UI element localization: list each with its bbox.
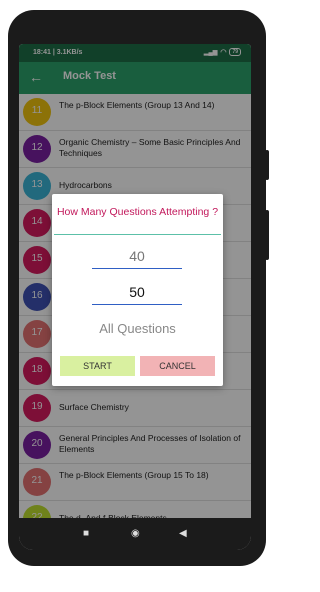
home-icon[interactable]: ◉ xyxy=(131,528,140,539)
option-all-questions[interactable]: All Questions xyxy=(52,321,223,336)
questions-dialog: How Many Questions Attempting ? 40 50 Al… xyxy=(52,194,223,386)
recents-icon[interactable]: ■ xyxy=(83,528,89,539)
option-40[interactable]: 40 xyxy=(92,248,182,269)
option-40-underline xyxy=(92,268,182,269)
cancel-button[interactable]: CANCEL xyxy=(140,356,215,376)
dialog-divider xyxy=(54,234,221,235)
option-40-label: 40 xyxy=(129,248,145,264)
option-50-underline xyxy=(92,304,182,305)
start-button[interactable]: START xyxy=(60,356,135,376)
back-nav-icon[interactable]: ◀ xyxy=(179,528,187,539)
option-50-label: 50 xyxy=(129,284,145,300)
dialog-title: How Many Questions Attempting ? xyxy=(56,206,219,218)
option-50[interactable]: 50 xyxy=(92,284,182,305)
navigation-bar: ■ ◉ ◀ xyxy=(19,518,251,550)
